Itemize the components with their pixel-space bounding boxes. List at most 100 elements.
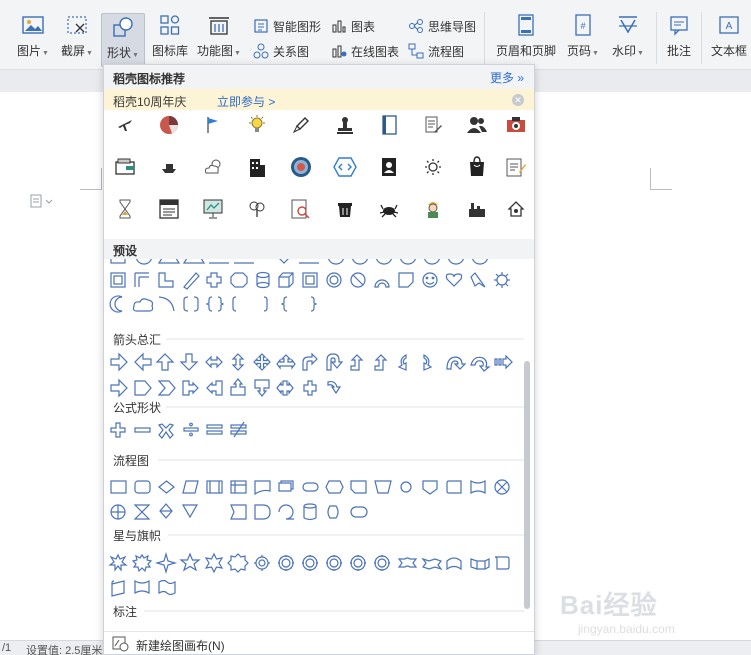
preset-title: 预设 bbox=[113, 244, 138, 258]
code-hexagon-icon[interactable] bbox=[333, 155, 357, 179]
light-bulb-icon[interactable] bbox=[245, 113, 269, 137]
new-canvas-item[interactable]: 新建绘图画布(N) bbox=[104, 631, 534, 654]
star-shapes-row-2[interactable] bbox=[111, 579, 176, 597]
page-number-icon: # bbox=[569, 12, 597, 38]
drawing-canvas-icon bbox=[112, 636, 130, 654]
comment-icon bbox=[665, 12, 693, 38]
star-shapes-row-1[interactable] bbox=[108, 551, 510, 575]
basic-shapes-row-2[interactable] bbox=[109, 295, 318, 313]
ribbon-divider bbox=[656, 12, 657, 64]
stamp-icon[interactable] bbox=[333, 113, 357, 137]
worker-icon[interactable] bbox=[421, 197, 445, 221]
flag-icon[interactable] bbox=[201, 113, 225, 137]
weather-cloud-icon[interactable] bbox=[201, 155, 225, 179]
home-icon[interactable] bbox=[504, 197, 528, 221]
pie-chart-icon[interactable] bbox=[157, 113, 181, 137]
picture-icon bbox=[19, 12, 47, 38]
comment-button[interactable]: 批注 bbox=[664, 12, 694, 66]
shape-dropdown-panel: 稻壳图标推荐 更多 » 稻壳10周年庆 立即参与 > ✕ 预设 箭头总汇 公式形… bbox=[103, 64, 535, 655]
flowchart-shapes-row-2[interactable] bbox=[110, 503, 368, 521]
equation-shapes-row[interactable] bbox=[110, 421, 247, 439]
icon-recommend-header: 稻壳图标推荐 更多 » bbox=[104, 65, 534, 89]
watermark-icon bbox=[614, 12, 642, 38]
sale-list-icon[interactable] bbox=[157, 197, 181, 221]
textbox-icon: A bbox=[715, 12, 743, 38]
ship-icon[interactable] bbox=[157, 155, 181, 179]
callouts-section-label: 标注 bbox=[113, 604, 137, 619]
shopping-bag-icon[interactable] bbox=[465, 155, 489, 179]
setting-value: 设置值: 2.5厘米 bbox=[26, 645, 103, 655]
screenshot-icon bbox=[63, 12, 91, 38]
chart-button[interactable]: 图表 bbox=[331, 16, 375, 36]
promo-banner: 稻壳10周年庆 立即参与 > ✕ bbox=[104, 89, 534, 110]
basic-shapes-row-1[interactable] bbox=[110, 271, 510, 290]
flowchart-button[interactable]: 流程图 bbox=[408, 41, 464, 61]
watermark-button[interactable]: 水印▼ bbox=[608, 12, 648, 66]
watermark-title: Bai经验 bbox=[560, 590, 658, 620]
banner-text: 稻壳10周年庆 bbox=[113, 95, 187, 109]
header-footer-button[interactable]: 页眉和页脚 bbox=[492, 12, 560, 66]
arrow-shapes-row-1[interactable] bbox=[110, 352, 513, 372]
smart-graphic-button[interactable]: 智能图形 bbox=[253, 16, 321, 36]
relation-chart-button[interactable]: 关系图 bbox=[253, 41, 309, 61]
margin-corner-mark bbox=[80, 168, 102, 190]
comment-label: 批注 bbox=[666, 44, 691, 58]
crab-icon[interactable] bbox=[377, 197, 401, 221]
smart-graphic-label: 智能图形 bbox=[273, 19, 322, 34]
building-icon[interactable] bbox=[245, 155, 269, 179]
panel-title: 稻壳图标推荐 bbox=[113, 72, 186, 86]
close-icon[interactable]: ✕ bbox=[512, 94, 524, 106]
double-chevron-right-icon: » bbox=[517, 71, 524, 85]
ribbon-divider bbox=[701, 12, 702, 64]
more-link[interactable]: 更多 » bbox=[490, 69, 524, 86]
target-icon[interactable] bbox=[289, 155, 313, 179]
basic-shapes-row-cut[interactable] bbox=[110, 259, 489, 265]
arrow-shapes-row-2[interactable] bbox=[110, 378, 342, 398]
online-chart-icon bbox=[331, 43, 347, 59]
picture-button[interactable]: 图片▼ bbox=[14, 12, 52, 66]
function-chart-label: 功能图 bbox=[197, 44, 234, 58]
function-chart-button[interactable]: 功能图▼ bbox=[196, 12, 242, 66]
hourglass-icon[interactable] bbox=[113, 197, 137, 221]
flowchart-label: 流程图 bbox=[428, 44, 465, 59]
online-chart-button[interactable]: 在线图表 bbox=[331, 41, 399, 61]
flowchart-shapes-row-1[interactable] bbox=[110, 479, 510, 496]
chart-label: 图表 bbox=[351, 19, 376, 34]
flowchart-section-label: 流程图 bbox=[113, 453, 149, 468]
tree-icon[interactable] bbox=[245, 197, 269, 221]
flowchart-icon bbox=[408, 43, 424, 59]
contact-book-icon[interactable] bbox=[377, 155, 401, 179]
shapes-icon bbox=[109, 14, 137, 40]
paragraph-icon[interactable] bbox=[30, 194, 54, 211]
edit-document-icon[interactable] bbox=[421, 113, 445, 137]
trash-bin-icon[interactable] bbox=[333, 197, 357, 221]
sun-gear-icon[interactable] bbox=[421, 155, 445, 179]
mind-map-button[interactable]: 思维导图 bbox=[408, 16, 476, 36]
online-chart-label: 在线图表 bbox=[351, 44, 400, 59]
note-edit-icon[interactable] bbox=[504, 155, 528, 179]
notebook-icon[interactable] bbox=[377, 113, 401, 137]
camera-icon[interactable] bbox=[504, 113, 528, 137]
stars-section-label: 星与旗帜 bbox=[113, 528, 161, 543]
more-label: 更多 bbox=[489, 71, 514, 85]
watermark-url: jingyan.baidu.com bbox=[578, 622, 675, 636]
page-number-button[interactable]: # 页码▼ bbox=[564, 12, 602, 66]
shape-gallery-canvas[interactable]: 箭头总汇 公式形状 流程图 星与旗帜 标注 bbox=[104, 259, 534, 631]
panel-scrollbar[interactable] bbox=[524, 361, 530, 609]
airplane-icon[interactable] bbox=[113, 113, 137, 137]
function-chart-icon bbox=[205, 12, 233, 38]
banner-join-link[interactable]: 立即参与 > bbox=[217, 93, 275, 110]
mind-map-icon bbox=[408, 18, 424, 34]
screenshot-button[interactable]: 截屏▼ bbox=[58, 12, 96, 66]
wallet-icon[interactable] bbox=[113, 155, 137, 179]
user-group-icon[interactable] bbox=[465, 113, 489, 137]
icon-library-button[interactable]: 图标库 bbox=[150, 12, 190, 66]
presentation-board-icon[interactable] bbox=[201, 197, 225, 221]
document-search-icon[interactable] bbox=[289, 197, 313, 221]
shape-button[interactable]: 形状▼ bbox=[101, 13, 145, 67]
header-footer-icon bbox=[512, 12, 540, 38]
textbox-button[interactable]: A 文本框 bbox=[708, 12, 750, 66]
factory-icon[interactable] bbox=[465, 197, 489, 221]
rocket-icon[interactable] bbox=[289, 113, 313, 137]
relation-chart-icon bbox=[253, 43, 269, 59]
